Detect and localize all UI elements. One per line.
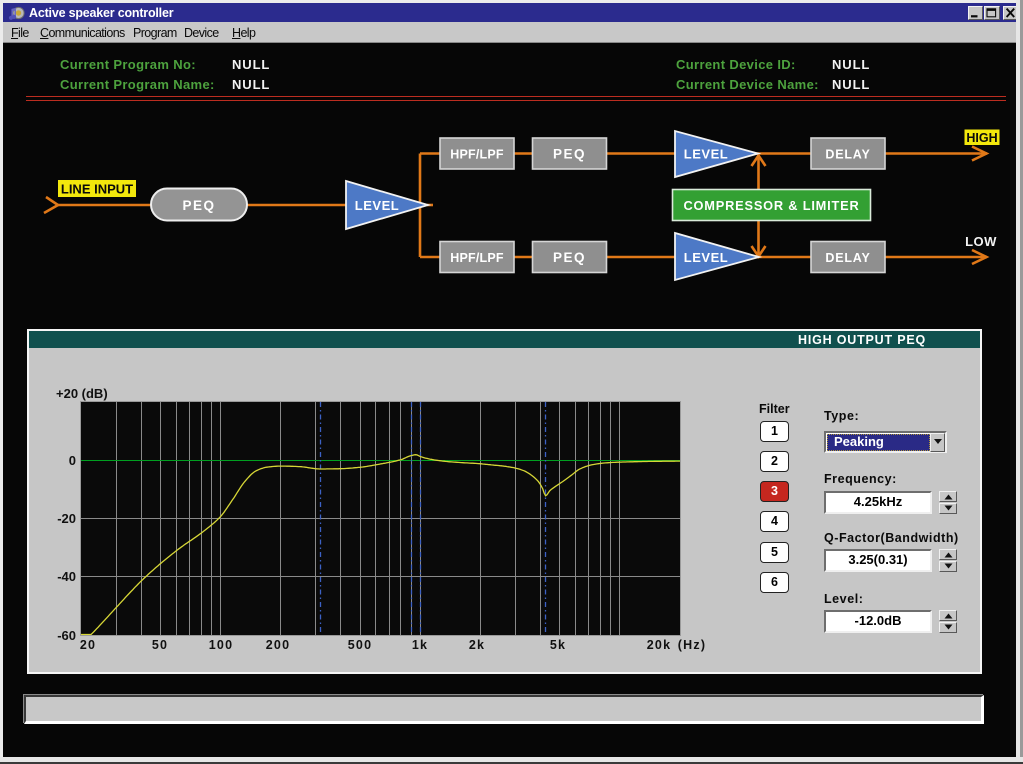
svg-text:PEQ: PEQ	[553, 147, 586, 162]
svg-text:HPF/LPF: HPF/LPF	[450, 148, 504, 162]
svg-text:LEVEL: LEVEL	[355, 198, 399, 213]
svg-text:COMPRESSOR & LIMITER: COMPRESSOR & LIMITER	[684, 198, 860, 213]
svg-text:HIGH: HIGH	[966, 131, 997, 145]
svg-text:LEVEL: LEVEL	[684, 250, 728, 265]
svg-text:DELAY: DELAY	[825, 251, 870, 265]
svg-text:PEQ: PEQ	[182, 198, 215, 213]
svg-text:DELAY: DELAY	[825, 148, 870, 162]
svg-text:LOW: LOW	[965, 234, 997, 249]
svg-text:HPF/LPF: HPF/LPF	[450, 251, 504, 265]
svg-text:LEVEL: LEVEL	[684, 147, 728, 162]
svg-text:LINE INPUT: LINE INPUT	[61, 182, 133, 197]
svg-text:PEQ: PEQ	[553, 250, 586, 265]
